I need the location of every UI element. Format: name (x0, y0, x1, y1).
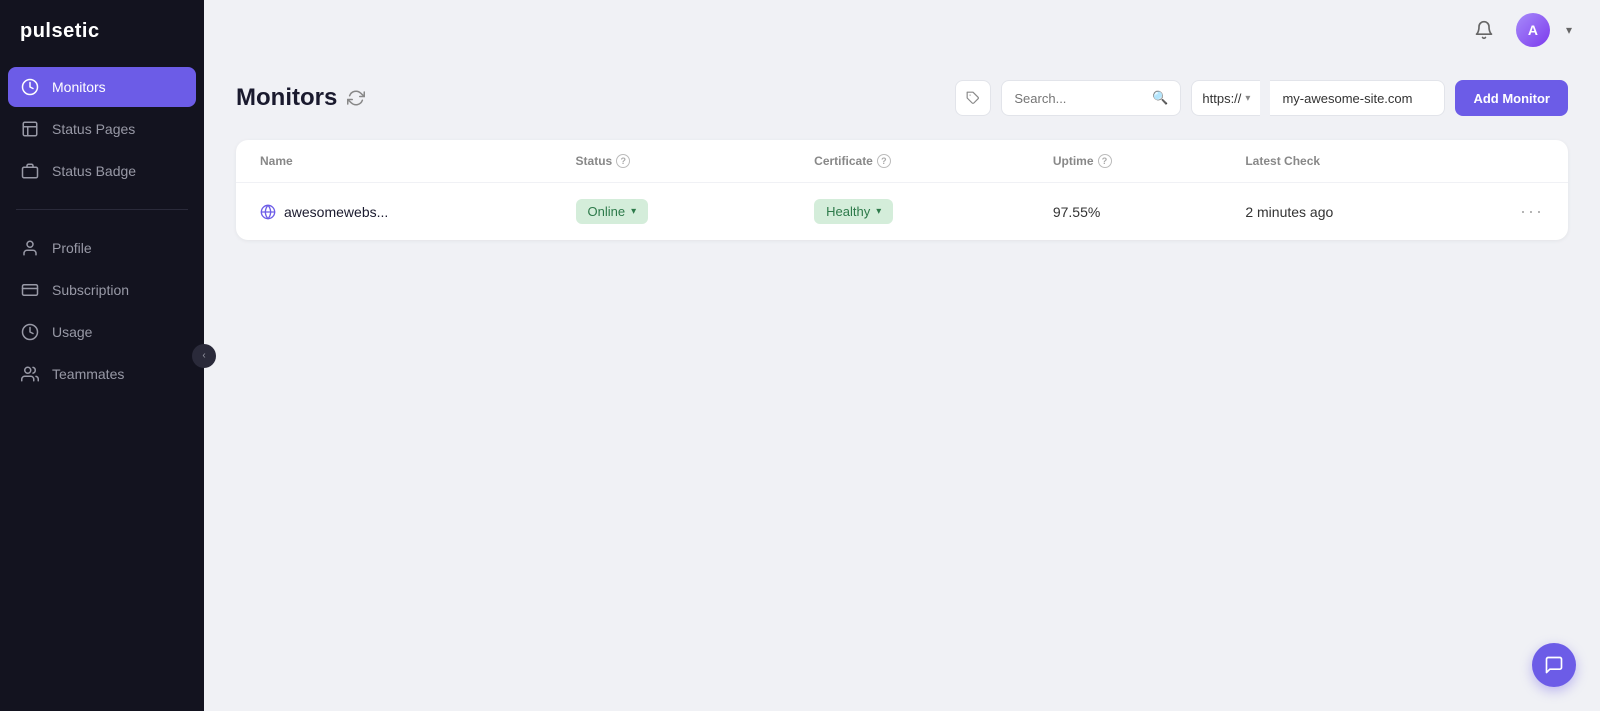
url-protocol-label: https:// (1202, 91, 1241, 106)
notifications-button[interactable] (1468, 14, 1500, 46)
col-uptime: Uptime ? (1053, 154, 1238, 168)
main-content: A ▾ Monitors (204, 0, 1600, 711)
sidebar-item-status-badge-label: Status Badge (52, 163, 136, 179)
monitors-table: Name Status ? Certificate ? Uptime ? Lat… (236, 140, 1568, 240)
tag-filter-button[interactable] (955, 80, 991, 116)
protocol-chevron-icon: ▾ (1245, 93, 1250, 104)
sidebar-item-monitors[interactable]: Monitors (8, 67, 196, 107)
url-protocol-selector[interactable]: https:// ▾ (1191, 80, 1260, 116)
col-latest-check: Latest Check (1245, 154, 1476, 168)
sidebar-item-teammates[interactable]: Teammates (8, 354, 196, 394)
col-name: Name (260, 154, 568, 168)
certificate-help-icon[interactable]: ? (877, 154, 891, 168)
sidebar-item-subscription-label: Subscription (52, 282, 129, 298)
sidebar-collapse-button[interactable]: ‹ (192, 344, 216, 368)
subscription-icon (20, 280, 40, 300)
col-certificate: Certificate ? (814, 154, 1045, 168)
search-icon: 🔍 (1152, 90, 1168, 106)
monitors-header: Monitors 🔍 (236, 80, 1568, 116)
sidebar-item-usage[interactable]: Usage (8, 312, 196, 352)
monitors-controls: 🔍 https:// ▾ Add Monitor (955, 80, 1568, 116)
add-monitor-button[interactable]: Add Monitor (1455, 80, 1568, 116)
sidebar-nav: Monitors Status Pages Status Badge (0, 67, 204, 711)
page-title: Monitors (236, 84, 337, 112)
table-header: Name Status ? Certificate ? Uptime ? Lat… (236, 140, 1568, 183)
topbar: A ▾ (204, 0, 1600, 60)
content-area: Monitors 🔍 (204, 60, 1600, 711)
sidebar-item-monitors-label: Monitors (52, 79, 106, 95)
app-logo: pulsetic (0, 0, 204, 67)
refresh-icon[interactable] (347, 89, 365, 107)
col-status: Status ? (576, 154, 807, 168)
status-pages-icon (20, 119, 40, 139)
avatar-chevron-icon[interactable]: ▾ (1566, 23, 1572, 37)
sidebar-item-status-pages-label: Status Pages (52, 121, 135, 137)
certificate-badge-text: Healthy (826, 204, 870, 219)
profile-icon (20, 238, 40, 258)
usage-icon (20, 322, 40, 342)
search-input[interactable] (1014, 91, 1144, 106)
sidebar-item-profile[interactable]: Profile (8, 228, 196, 268)
monitors-title-group: Monitors (236, 84, 365, 112)
sidebar-item-teammates-label: Teammates (52, 366, 124, 382)
status-help-icon[interactable]: ? (616, 154, 630, 168)
sidebar-item-subscription[interactable]: Subscription (8, 270, 196, 310)
table-row: awesomewebs... Online ▾ Healthy ▾ 97.55% (236, 183, 1568, 240)
status-badge-text: Online (588, 204, 626, 219)
sidebar-item-profile-label: Profile (52, 240, 92, 256)
monitor-name-cell[interactable]: awesomewebs... (260, 204, 568, 220)
monitor-icon (20, 77, 40, 97)
sidebar-item-usage-label: Usage (52, 324, 92, 340)
avatar[interactable]: A (1516, 13, 1550, 47)
uptime-help-icon[interactable]: ? (1098, 154, 1112, 168)
certificate-chevron-icon: ▾ (876, 206, 881, 217)
sidebar: pulsetic Monitors Status Pages (0, 0, 204, 711)
sidebar-item-status-badge[interactable]: Status Badge (8, 151, 196, 191)
row-actions-button[interactable]: ··· (1484, 201, 1544, 222)
url-input[interactable] (1270, 80, 1445, 116)
col-actions (1484, 154, 1544, 168)
globe-icon (260, 204, 276, 220)
monitor-uptime-cell: 97.55% (1053, 204, 1238, 220)
badge-icon (20, 161, 40, 181)
sidebar-divider (16, 209, 188, 210)
monitor-name-text: awesomewebs... (284, 204, 388, 220)
certificate-badge[interactable]: Healthy ▾ (814, 199, 893, 224)
teammates-icon (20, 364, 40, 384)
monitor-certificate-cell: Healthy ▾ (814, 199, 1045, 224)
status-chevron-icon: ▾ (631, 206, 636, 217)
search-box: 🔍 (1001, 80, 1181, 116)
chat-widget-button[interactable] (1532, 643, 1576, 687)
monitor-latest-check-cell: 2 minutes ago (1245, 204, 1476, 220)
status-badge[interactable]: Online ▾ (576, 199, 649, 224)
sidebar-item-status-pages[interactable]: Status Pages (8, 109, 196, 149)
monitor-status-cell: Online ▾ (576, 199, 807, 224)
